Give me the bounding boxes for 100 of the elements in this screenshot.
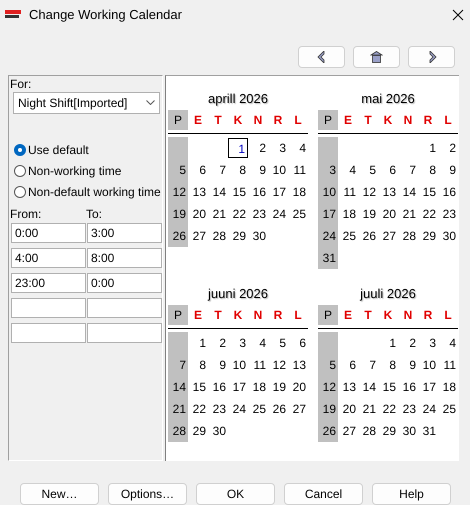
calendar-day[interactable]: 31 bbox=[422, 420, 438, 441]
calendar-day[interactable]: 16 bbox=[402, 376, 418, 397]
calendar-day[interactable]: 4 bbox=[349, 160, 358, 180]
calendar-day[interactable]: 20 bbox=[192, 204, 208, 224]
calendar-day[interactable]: 14 bbox=[402, 182, 418, 202]
calendar-day[interactable]: 27 bbox=[192, 226, 208, 246]
calendar-day[interactable]: 26 bbox=[322, 420, 338, 441]
calendar-day[interactable]: 17 bbox=[422, 376, 438, 397]
calendar-day[interactable]: 28 bbox=[172, 420, 188, 441]
calendar-day[interactable]: 10 bbox=[422, 354, 438, 375]
calendar-day[interactable]: 29 bbox=[382, 420, 398, 441]
calendar-day[interactable]: 30 bbox=[442, 226, 458, 246]
radio-icon[interactable] bbox=[14, 144, 26, 156]
calendar-day[interactable]: 13 bbox=[382, 182, 398, 202]
calendar-day[interactable]: 8 bbox=[389, 354, 398, 375]
calendar-day[interactable]: 14 bbox=[172, 376, 188, 397]
calendar-day[interactable]: 27 bbox=[342, 420, 358, 441]
calendar-day[interactable]: 21 bbox=[362, 398, 378, 419]
calendar-day[interactable]: 6 bbox=[349, 354, 358, 375]
calendar-day[interactable]: 18 bbox=[252, 376, 268, 397]
calendar-day[interactable]: 13 bbox=[192, 182, 208, 202]
calendar-day[interactable]: 5 bbox=[369, 160, 378, 180]
calendar-day[interactable]: 11 bbox=[294, 160, 308, 180]
calendar-day[interactable]: 13 bbox=[342, 376, 358, 397]
calendar-day[interactable]: 12 bbox=[172, 182, 188, 202]
calendar-day[interactable]: 15 bbox=[422, 182, 438, 202]
calendar-day[interactable]: 9 bbox=[449, 160, 458, 180]
calendar-day[interactable]: 23 bbox=[402, 398, 418, 419]
calendar-day[interactable]: 2 bbox=[219, 332, 228, 353]
calendar-day[interactable]: 28 bbox=[212, 226, 228, 246]
calendar-day[interactable]: 6 bbox=[199, 160, 208, 180]
calendar-day[interactable]: 19 bbox=[322, 398, 338, 419]
calendar-day[interactable]: 19 bbox=[362, 204, 378, 224]
calendar-day[interactable]: 26 bbox=[172, 226, 188, 246]
calendar-day[interactable]: 5 bbox=[279, 332, 288, 353]
dialog-button[interactable]: Cancel bbox=[284, 483, 363, 505]
calendar-dropdown[interactable]: Night Shift[Imported] bbox=[13, 92, 160, 114]
to-time-field[interactable]: 8:00 bbox=[87, 248, 162, 268]
calendar-day[interactable]: 5 bbox=[329, 354, 338, 375]
calendar-day[interactable]: 2 bbox=[409, 332, 418, 353]
calendar-day[interactable]: 7 bbox=[409, 160, 418, 180]
calendar-day[interactable]: 18 bbox=[292, 182, 308, 202]
calendar-day[interactable]: 7 bbox=[369, 354, 378, 375]
calendar-day[interactable]: 8 bbox=[199, 354, 208, 375]
calendar-day[interactable]: 23 bbox=[442, 204, 458, 224]
calendar-day[interactable]: 19 bbox=[272, 376, 288, 397]
dialog-button[interactable]: Help bbox=[372, 483, 451, 505]
calendar-day[interactable]: 28 bbox=[402, 226, 418, 246]
from-time-field[interactable] bbox=[11, 298, 86, 318]
calendar-day[interactable]: 23 bbox=[252, 204, 268, 224]
calendar-day[interactable]: 1 bbox=[389, 332, 398, 353]
calendar-day[interactable]: 1 bbox=[228, 138, 248, 158]
calendar-day[interactable]: 3 bbox=[329, 160, 338, 180]
calendar-day[interactable]: 25 bbox=[252, 398, 268, 419]
calendar-day[interactable]: 16 bbox=[212, 376, 228, 397]
calendar-day[interactable]: 24 bbox=[322, 226, 338, 246]
radio-option[interactable]: Use default bbox=[14, 142, 162, 157]
calendar-day[interactable]: 25 bbox=[292, 204, 308, 224]
calendar-day[interactable]: 27 bbox=[292, 398, 308, 419]
calendar-day[interactable]: 2 bbox=[259, 138, 268, 158]
calendar-day[interactable]: 20 bbox=[382, 204, 398, 224]
calendar-day[interactable]: 12 bbox=[362, 182, 378, 202]
calendar-day[interactable]: 24 bbox=[272, 204, 288, 224]
calendar-day[interactable]: 12 bbox=[322, 376, 338, 397]
previous-button[interactable] bbox=[298, 46, 345, 68]
calendar-day[interactable]: 11 bbox=[344, 182, 358, 202]
calendar-day[interactable]: 21 bbox=[402, 204, 418, 224]
home-button[interactable] bbox=[353, 46, 400, 68]
calendar-day[interactable]: 8 bbox=[429, 160, 438, 180]
calendar-day[interactable]: 13 bbox=[292, 354, 308, 375]
calendar-day[interactable]: 10 bbox=[272, 160, 288, 180]
calendar-day[interactable]: 30 bbox=[252, 226, 268, 246]
calendar-day[interactable]: 6 bbox=[389, 160, 398, 180]
calendar-day[interactable]: 16 bbox=[252, 182, 268, 202]
calendar-day[interactable]: 11 bbox=[254, 354, 268, 375]
calendar-day[interactable]: 4 bbox=[299, 138, 308, 158]
calendar-day[interactable]: 22 bbox=[382, 398, 398, 419]
calendar-day[interactable]: 6 bbox=[299, 332, 308, 353]
calendar-day[interactable]: 20 bbox=[342, 398, 358, 419]
calendar-day[interactable]: 3 bbox=[239, 332, 248, 353]
radio-option[interactable]: Non-working time bbox=[14, 164, 162, 178]
calendar-day[interactable]: 1 bbox=[429, 138, 438, 158]
calendar-day[interactable]: 11 bbox=[444, 354, 458, 375]
calendar-day[interactable]: 9 bbox=[219, 354, 228, 375]
calendar-day[interactable]: 22 bbox=[422, 204, 438, 224]
calendar-day[interactable]: 22 bbox=[192, 398, 208, 419]
dialog-button[interactable]: Options… bbox=[108, 483, 187, 505]
calendar-day[interactable]: 23 bbox=[212, 398, 228, 419]
calendar-day[interactable]: 17 bbox=[272, 182, 288, 202]
calendar-day[interactable]: 25 bbox=[342, 226, 358, 246]
calendar-day[interactable]: 3 bbox=[429, 332, 438, 353]
to-time-field[interactable]: 0:00 bbox=[87, 272, 162, 293]
calendar-day[interactable]: 3 bbox=[279, 138, 288, 158]
next-button[interactable] bbox=[408, 46, 455, 68]
calendar-day[interactable]: 15 bbox=[382, 376, 398, 397]
calendar-day[interactable]: 17 bbox=[232, 376, 248, 397]
calendar-day[interactable]: 12 bbox=[272, 354, 288, 375]
calendar-day[interactable]: 14 bbox=[362, 376, 378, 397]
from-time-field[interactable] bbox=[11, 322, 86, 343]
dialog-button[interactable]: OK bbox=[196, 483, 275, 505]
